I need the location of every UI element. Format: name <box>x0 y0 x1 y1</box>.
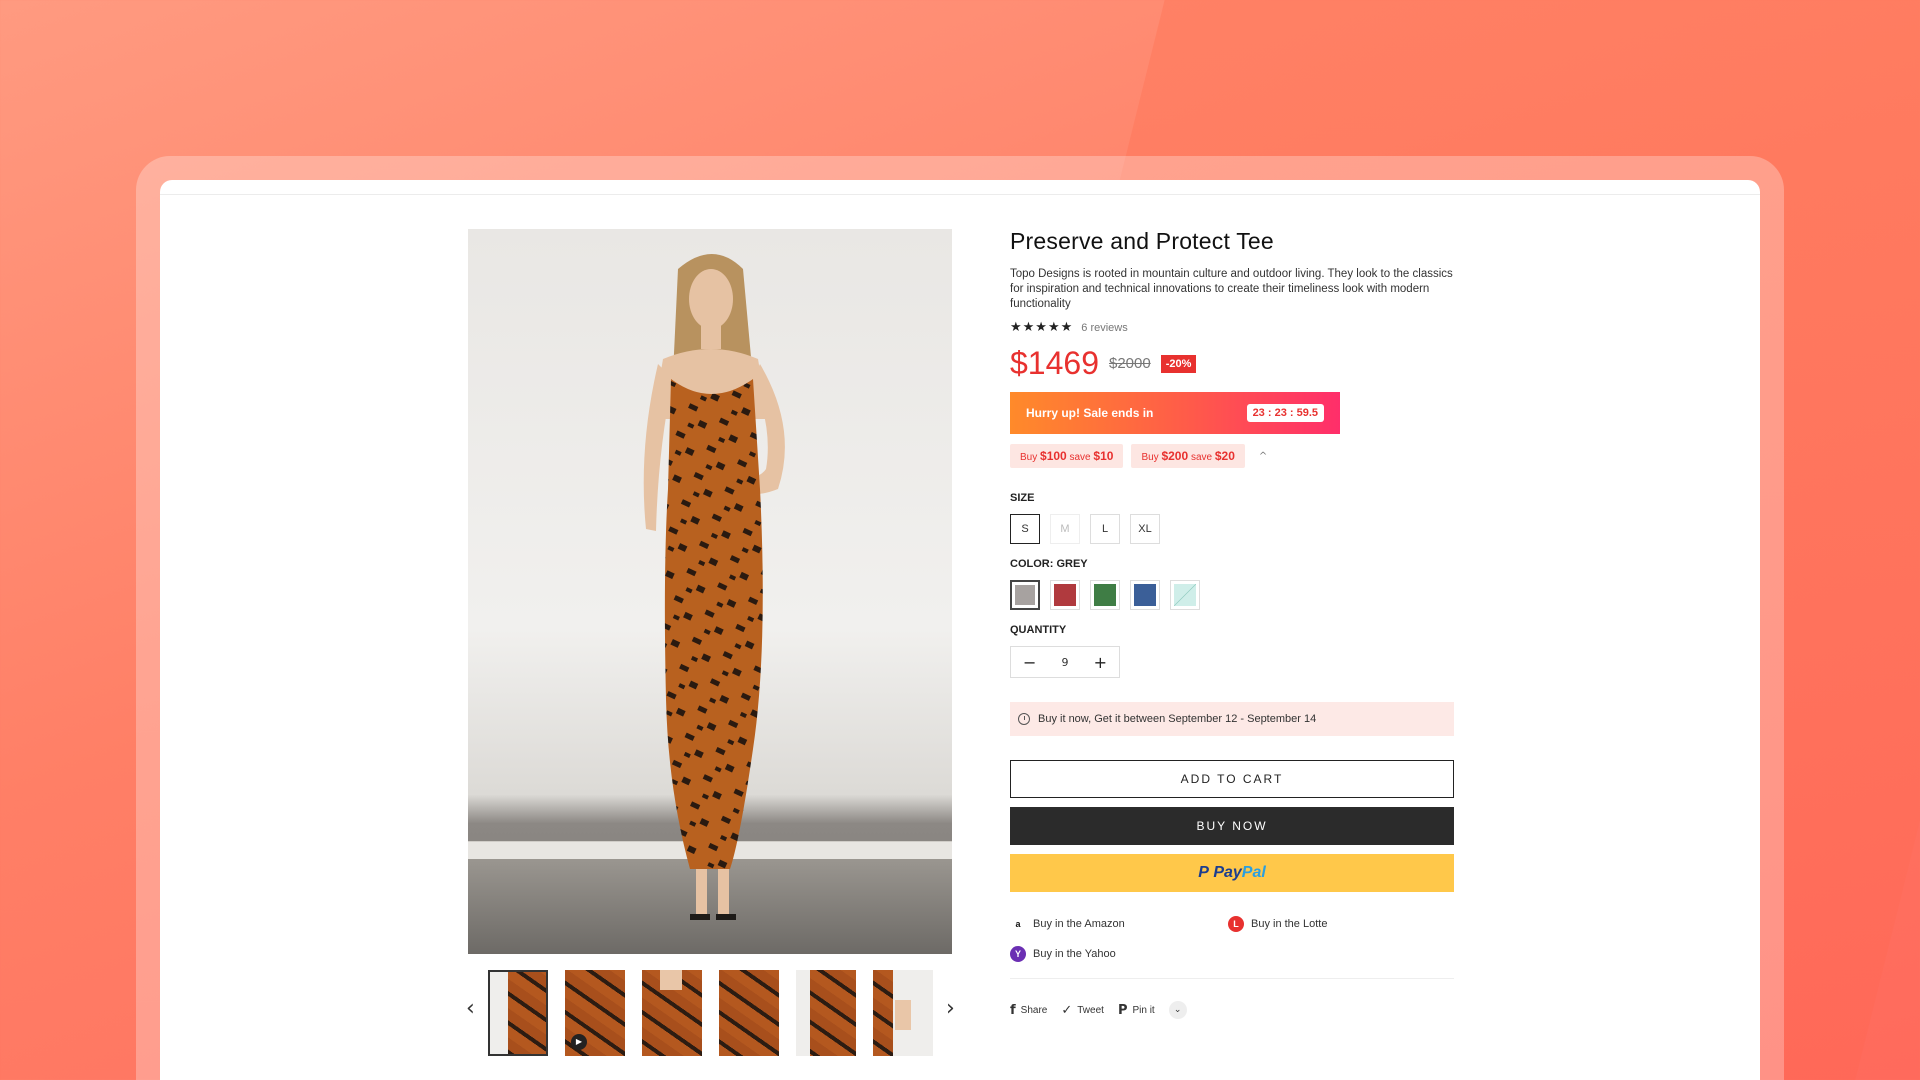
marketplace-links: a Buy in the Amazon L Buy in the Lotte Y… <box>1010 916 1454 962</box>
thumbnail-6[interactable] <box>873 970 933 1056</box>
size-option-m[interactable]: M <box>1050 514 1080 544</box>
sale-price: $1469 <box>1010 345 1099 381</box>
store-label: Buy in the Lotte <box>1251 918 1328 930</box>
chevron-down-icon[interactable]: ⌄ <box>1168 1001 1187 1019</box>
thumbnail-5[interactable] <box>796 970 856 1056</box>
thumbnail-prev-arrow[interactable]: ‹ <box>466 996 475 1021</box>
color-swatches <box>1010 580 1454 610</box>
size-label: SIZE <box>1010 492 1035 504</box>
price-row: $1469 $2000 -20% <box>1010 345 1454 382</box>
divider <box>1010 978 1454 979</box>
thumbnail-strip: ‹ ▶ › <box>460 970 960 1056</box>
facebook-icon: f <box>1010 1002 1016 1018</box>
paypal-pay-text: Pay <box>1213 864 1242 881</box>
quantity-label: QUANTITY <box>1010 624 1067 636</box>
share-label: Tweet <box>1077 1004 1104 1016</box>
reviews-link[interactable]: 6 reviews <box>1081 322 1127 334</box>
quantity-value[interactable]: 9 <box>1062 656 1069 669</box>
countdown-timer: 23 : 23 : 59.5 <box>1246 404 1324 422</box>
play-icon: ▶ <box>571 1034 587 1050</box>
share-facebook-button[interactable]: f Share <box>1010 1003 1047 1018</box>
twitter-icon: ✓ <box>1061 1002 1073 1018</box>
original-price: $2000 <box>1108 355 1151 372</box>
thumbnail-3[interactable] <box>642 970 702 1056</box>
product-info: Preserve and Protect Tee Topo Designs is… <box>1010 228 1454 1019</box>
deal-badge[interactable]: Buy $100 save $10 <box>1010 444 1124 468</box>
thumbnail-1[interactable] <box>488 970 548 1056</box>
sale-text: Hurry up! Sale ends in <box>1026 406 1154 420</box>
store-label: Buy in the Amazon <box>1033 918 1125 930</box>
thumbnail-2-video[interactable]: ▶ <box>565 970 625 1056</box>
color-swatch-blue[interactable] <box>1130 580 1160 610</box>
share-bar: f Share ✓ Tweet P Pin it ⌄ <box>1010 1001 1454 1019</box>
share-pinterest-button[interactable]: P Pin it <box>1118 1003 1155 1018</box>
yahoo-icon: Y <box>1010 946 1026 962</box>
share-twitter-button[interactable]: ✓ Tweet <box>1061 1003 1104 1018</box>
thumbnail-4[interactable] <box>719 970 779 1056</box>
paypal-button[interactable]: P Pay Pal <box>1010 854 1454 892</box>
header-divider <box>160 194 1760 195</box>
product-title: Preserve and Protect Tee <box>1010 228 1274 254</box>
model-figure <box>643 254 785 920</box>
increase-quantity-button[interactable]: + <box>1094 653 1107 672</box>
paypal-logo-icon: P <box>1198 864 1209 881</box>
delivery-text: Buy it now, Get it between September 12 … <box>1038 713 1317 725</box>
product-description: Topo Designs is rooted in mountain cultu… <box>1010 268 1453 310</box>
buy-now-button[interactable]: BUY NOW <box>1010 807 1454 845</box>
paypal-pal-text: Pal <box>1241 864 1266 881</box>
decrease-quantity-button[interactable]: − <box>1023 653 1036 672</box>
color-swatch-green[interactable] <box>1090 580 1120 610</box>
main-product-image[interactable] <box>468 229 952 954</box>
buy-amazon-link[interactable]: a Buy in the Amazon <box>1010 916 1228 932</box>
size-option-l[interactable]: L <box>1090 514 1120 544</box>
share-label: Share <box>1020 1004 1048 1016</box>
add-to-cart-button[interactable]: ADD TO CART <box>1010 760 1454 798</box>
size-options: S M L XL <box>1010 514 1454 544</box>
star-rating-icon: ★★★★★ <box>1010 320 1074 335</box>
quantity-stepper: − 9 + <box>1010 646 1120 678</box>
store-label: Buy in the Yahoo <box>1033 948 1116 960</box>
sale-countdown-bar: Hurry up! Sale ends in 23 : 23 : 59.5 <box>1010 392 1340 434</box>
color-label: COLOR: GREY <box>1010 558 1088 570</box>
product-page: ‹ ▶ › Preserve and Protect Tee Topo Desi… <box>160 180 1760 1080</box>
lotte-icon: L <box>1228 916 1244 932</box>
size-option-xl[interactable]: XL <box>1130 514 1160 544</box>
volume-deals: Buy $100 save $10 Buy $200 save $20 ^ <box>1010 444 1454 468</box>
delivery-estimate: Buy it now, Get it between September 12 … <box>1010 702 1454 736</box>
buy-lotte-link[interactable]: L Buy in the Lotte <box>1228 916 1446 932</box>
color-swatch-mint[interactable] <box>1170 580 1200 610</box>
chevron-up-icon[interactable]: ^ <box>1259 451 1267 462</box>
color-swatch-grey[interactable] <box>1010 580 1040 610</box>
size-option-s[interactable]: S <box>1010 514 1040 544</box>
thumbnail-next-arrow[interactable]: › <box>946 996 955 1021</box>
buy-yahoo-link[interactable]: Y Buy in the Yahoo <box>1010 946 1228 962</box>
amazon-icon: a <box>1010 916 1026 932</box>
discount-badge: -20% <box>1160 354 1197 373</box>
clock-icon <box>1018 713 1030 725</box>
rating: ★★★★★ 6 reviews <box>1010 320 1454 335</box>
color-swatch-red[interactable] <box>1050 580 1080 610</box>
deal-badge[interactable]: Buy $200 save $20 <box>1131 444 1245 468</box>
share-label: Pin it <box>1132 1004 1155 1016</box>
pinterest-icon: P <box>1117 1002 1128 1018</box>
